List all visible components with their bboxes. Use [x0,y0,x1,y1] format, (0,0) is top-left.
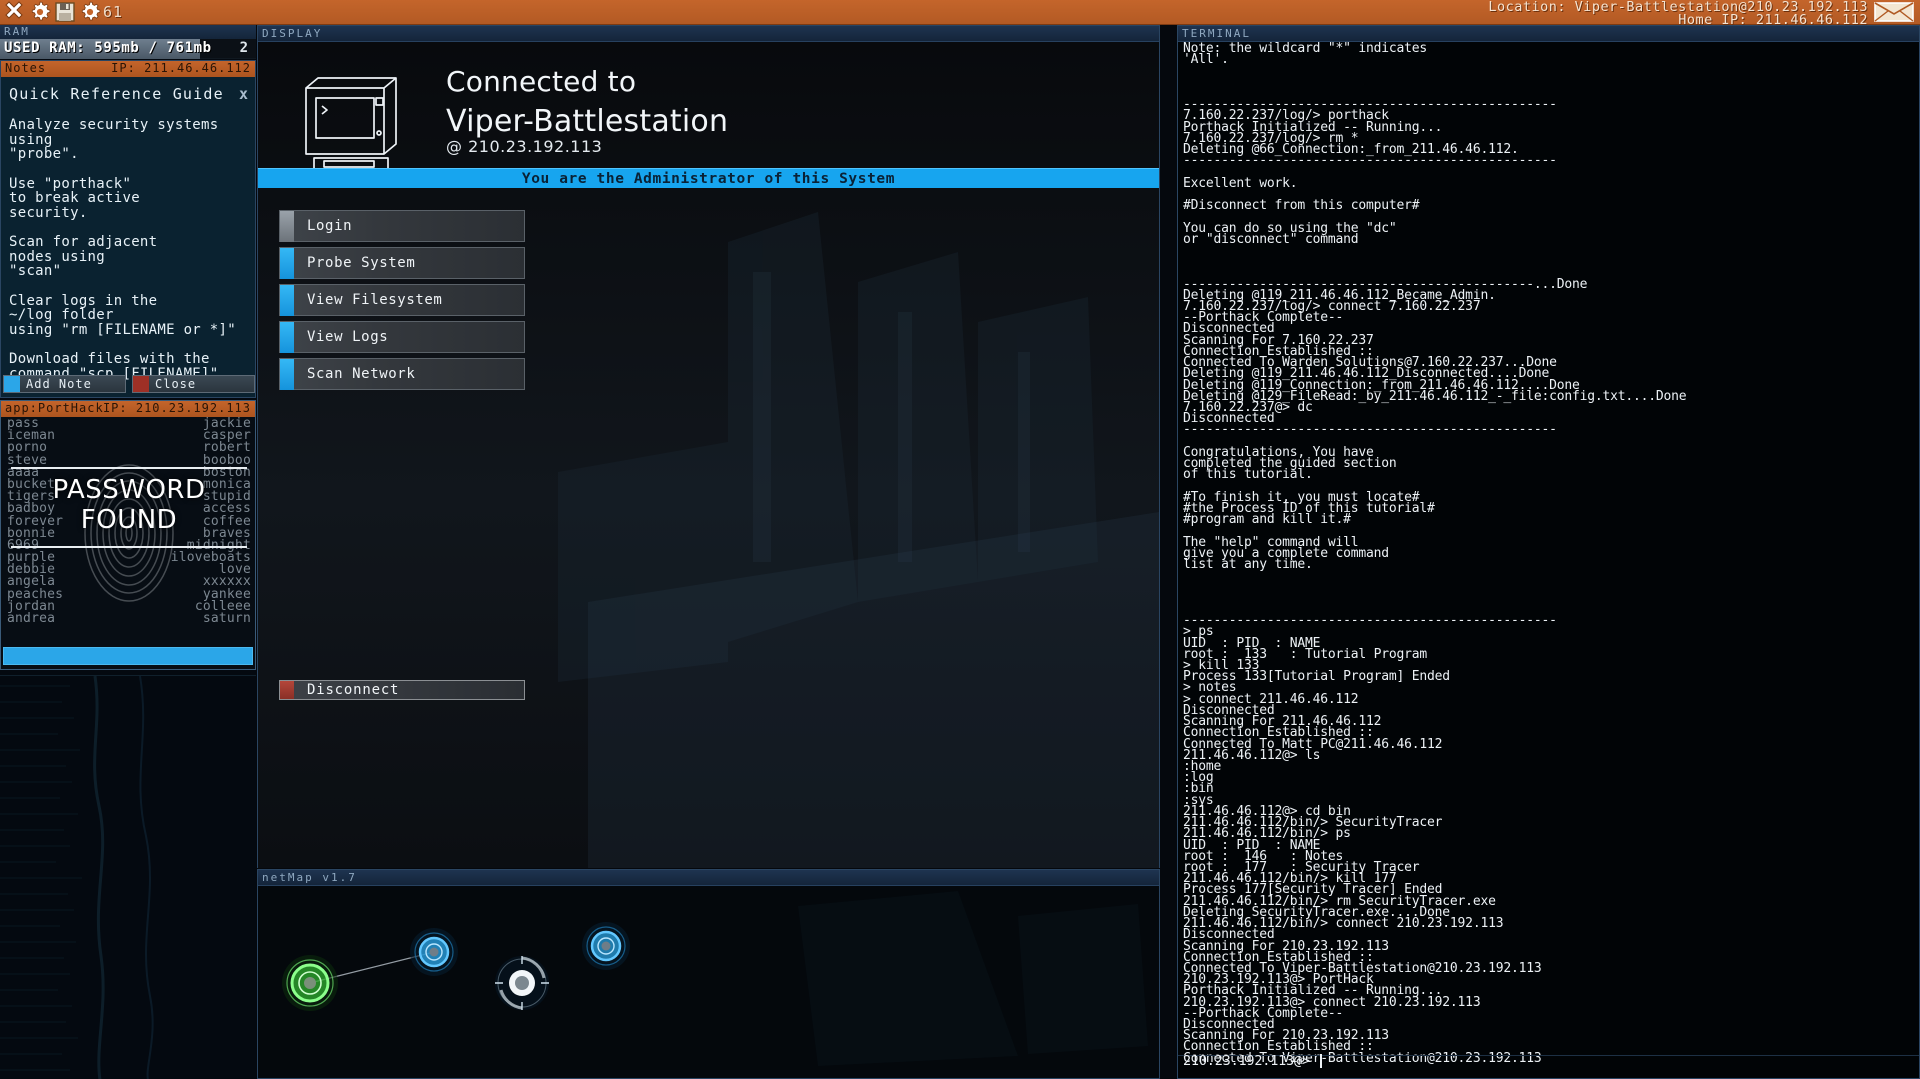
terminal-body[interactable]: Note: the wildcard "*" indicates 'All'. … [1178,42,1919,1078]
gear-icon[interactable] [29,1,51,23]
password-found-banner: PASSWORD FOUND [1,475,257,535]
porthack-header-ip: IP: 210.23.192.113 [103,401,251,416]
netmap-panel-header: netMap v1.7 [258,870,1159,886]
netmap-panel: netMap v1.7 [257,869,1160,1079]
connected-label: Connected to [446,62,728,102]
menu-item-view-logs[interactable]: View Logs [279,321,525,353]
ram-counter: 61 [103,3,123,21]
add-note-button[interactable]: Add Note [3,375,126,393]
password-found-line-2: FOUND [1,505,257,535]
note-paragraph: Analyze security systems using "probe". [9,118,247,162]
display-panel-header: DISPLAY [258,26,1159,42]
background-waveform [0,676,256,1079]
location-readout: Location: Viper-Battlestation@210.23.192… [1488,0,1868,27]
terminal-output: Note: the wildcard "*" indicates 'All'. … [1183,43,1919,1064]
menu-swatch [280,285,294,316]
notes-body: Quick Reference Guide x Analyze security… [1,77,255,361]
netmap-node-remote[interactable] [582,922,630,970]
add-note-label: Add Note [26,377,92,391]
note-paragraph: Clear logs in the ~/log folder using "rm… [9,294,247,338]
ram-panel-header: RAM [0,25,256,39]
left-column: RAM USED RAM: 595mb / 761mb 2 Notes IP: … [0,25,256,1079]
notes-title: Quick Reference Guide [9,85,247,103]
menu-item-login[interactable]: Login [279,210,525,242]
password-found-rule-bottom [11,546,247,548]
menu-item-probe-system[interactable]: Probe System [279,247,525,279]
password-found-rule-top [11,467,247,469]
terminal-prompt-row[interactable]: 210.23.192.113@> [1183,1053,1322,1069]
notes-panel: Notes IP: 211.46.46.112 Quick Reference … [0,60,256,398]
menu-swatch [280,322,294,353]
menu-item-view-filesystem[interactable]: View Filesystem [279,284,525,316]
password-row: andrea saturn [1,612,257,624]
connection-title: Connected to Viper-Battlestation [446,62,728,142]
netmap-node-home[interactable] [282,955,338,1011]
disconnect-button[interactable]: Disconnect [279,680,525,700]
menu-item-label: View Filesystem [307,292,442,308]
menu-item-scan-network[interactable]: Scan Network [279,358,525,390]
menu-swatch [280,211,294,242]
note-paragraph: Use "porthack" to break active security. [9,177,247,221]
settings-icon[interactable] [79,1,101,23]
porthack-header-label: app:PortHack [5,401,104,416]
terminal-panel-header: TERMINAL [1178,26,1919,42]
netmap-graph [258,886,1159,1078]
close-notes-button[interactable]: Close [132,375,255,393]
left-lower-area [0,675,256,1079]
porthack-panel: app:PortHack IP: 210.23.192.113 passjack… [0,400,256,670]
password-left: andrea [7,611,55,626]
netmap-node-target[interactable] [495,956,549,1010]
menu-item-label: Scan Network [307,366,415,382]
notes-button-row: Add Note Close [3,375,255,393]
connected-host-ip: @ 210.23.192.113 [446,137,602,156]
netmap-node-linked[interactable] [410,928,458,976]
mail-icon[interactable] [1874,2,1914,22]
disconnect-label: Disconnect [307,682,399,698]
ram-usage-text: USED RAM: 595mb / 761mb [4,40,212,56]
save-icon[interactable] [55,1,75,23]
top-bar-icon-group [3,1,101,23]
notes-panel-header: Notes IP: 211.46.46.112 [1,61,255,77]
password-found-line-1: PASSWORD [1,475,257,505]
menu-item-label: Probe System [307,255,415,271]
close-icon[interactable] [3,1,25,23]
close-icon[interactable]: x [239,85,248,103]
password-right: saturn [203,611,251,626]
notes-header-ip: IP: 211.46.46.112 [111,61,251,76]
porthack-header: app:PortHack IP: 210.23.192.113 [1,401,255,417]
notes-header-label: Notes [5,61,46,76]
terminal-cursor [1320,1054,1322,1068]
add-note-swatch [4,376,20,392]
disconnect-swatch [280,681,294,699]
menu-item-label: View Logs [307,329,388,345]
admin-status-banner: You are the Administrator of this System [258,168,1159,188]
display-menu: Login Probe System View Filesystem View … [279,210,525,395]
close-notes-label: Close [155,377,196,391]
close-notes-swatch [133,376,149,392]
display-panel-body: Connected to Viper-Battlestation @ 210.2… [258,42,1159,868]
menu-item-label: Login [307,218,352,234]
terminal-panel: TERMINAL Note: the wildcard "*" indicate… [1177,25,1920,1079]
display-panel: DISPLAY [257,25,1160,868]
connected-host: Viper-Battlestation [446,102,728,142]
ram-module-count: 2 [240,40,248,56]
menu-swatch [280,359,294,390]
porthack-progress-bar [3,647,253,665]
top-bar: 61 Location: Viper-Battlestation@210.23.… [0,0,1920,25]
terminal-prompt-label: 210.23.192.113@> [1183,1053,1310,1069]
ram-usage-bar: USED RAM: 595mb / 761mb 2 [0,39,256,59]
menu-swatch [280,248,294,279]
netmap-canvas[interactable] [258,886,1159,1078]
note-paragraph: Scan for adjacent nodes using "scan" [9,235,247,279]
